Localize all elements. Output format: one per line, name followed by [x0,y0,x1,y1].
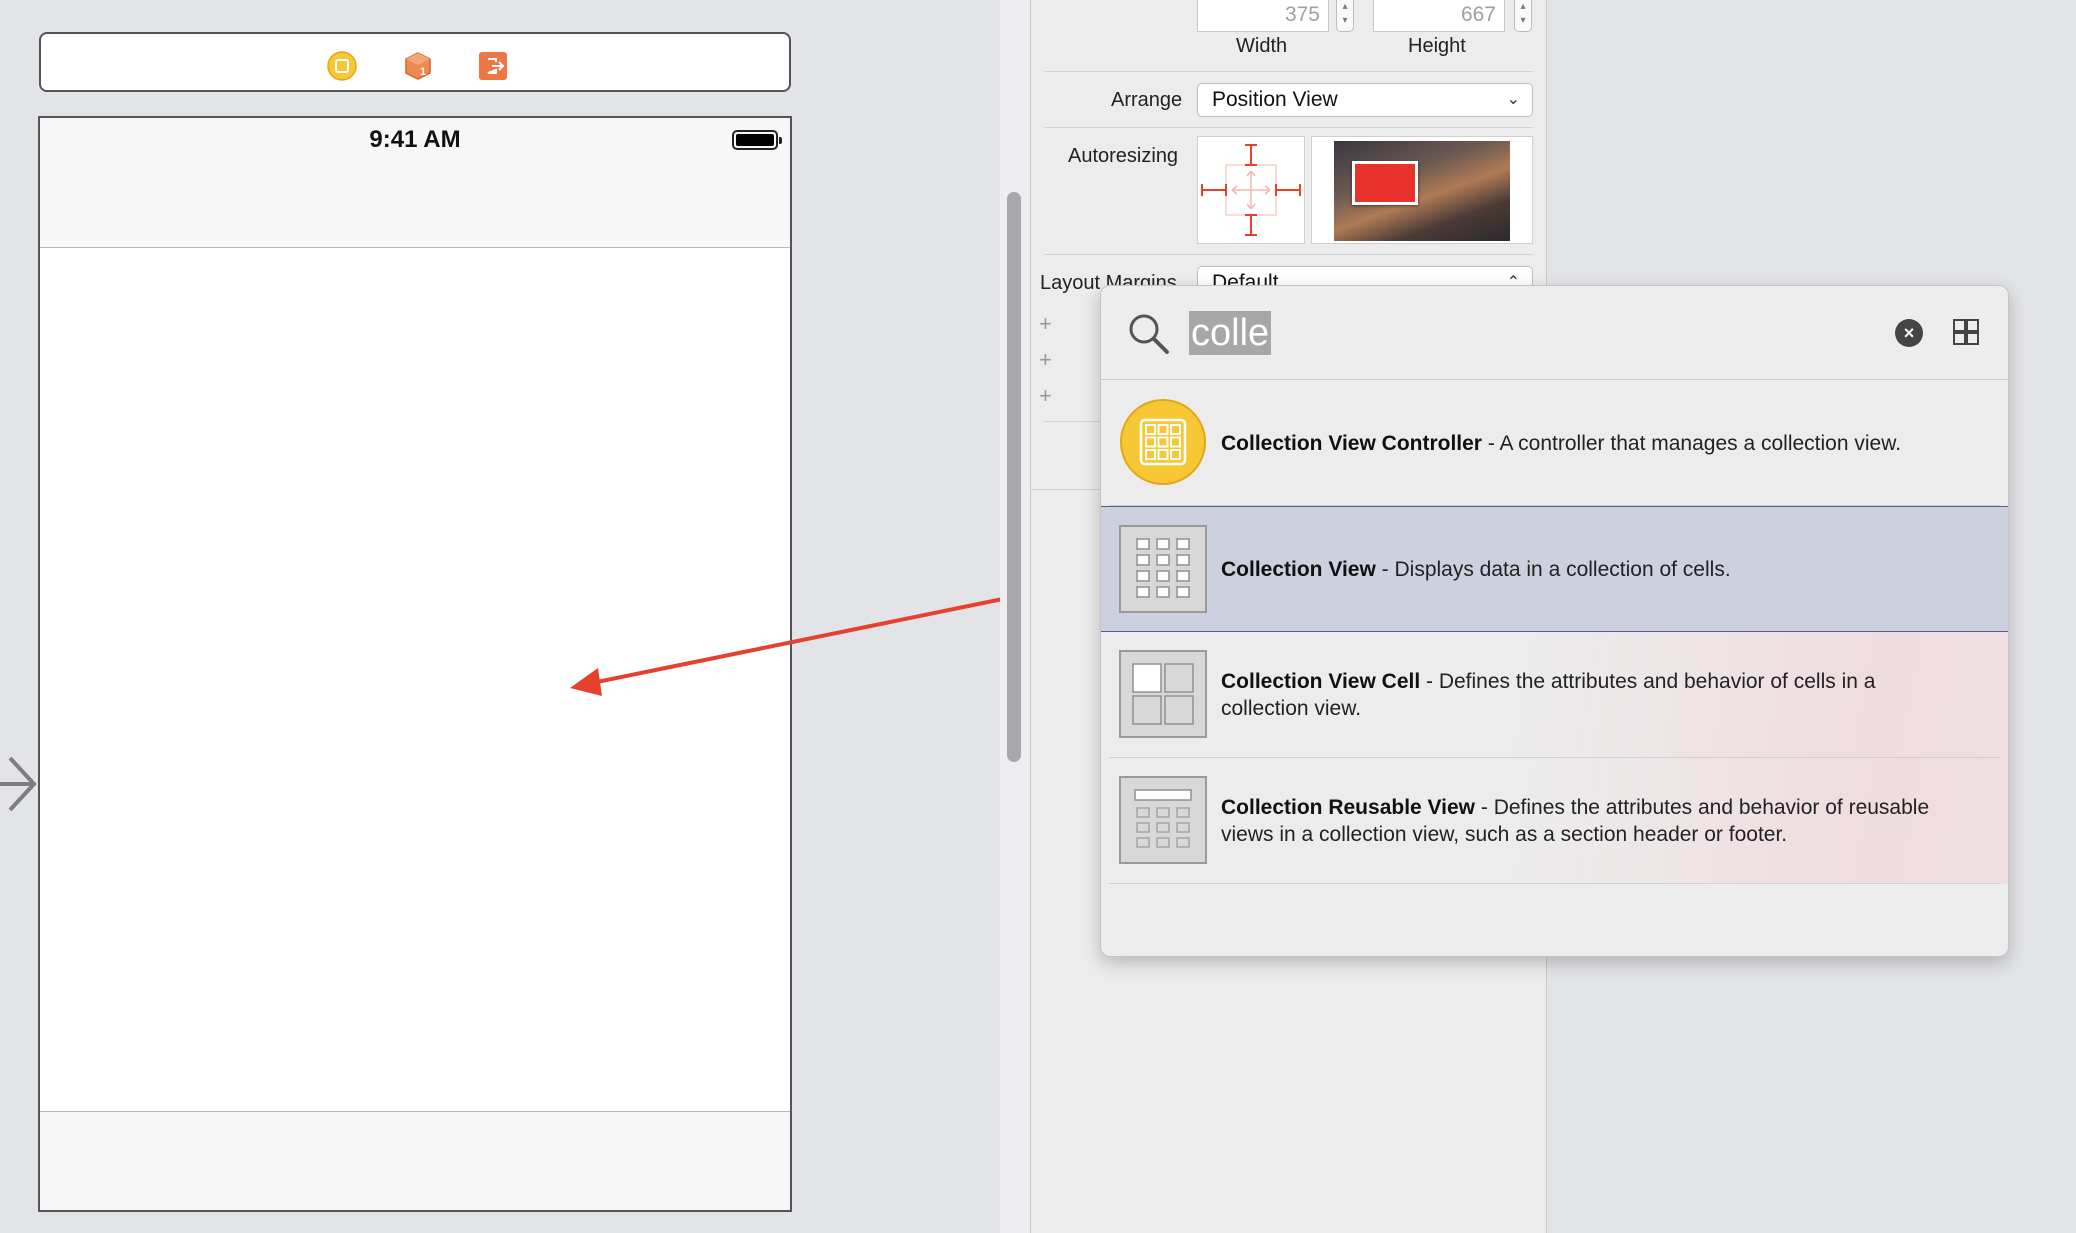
width-label: Width [1236,35,1288,57]
divider [1044,421,1104,422]
chevron-down-icon: ⌄ [1506,91,1520,108]
autoresizing-label: Autoresizing [1068,145,1179,167]
add-variation-icon[interactable]: + [1039,383,1052,409]
search-input[interactable]: colle [1189,311,1272,355]
library-item-collection-view-cell[interactable]: Collection View Cell - Defines the attri… [1101,632,2008,758]
grid-view-toggle-icon[interactable] [1953,319,1979,345]
view-controller-icon[interactable] [327,51,357,81]
battery-icon [732,130,782,150]
object-library-popover: colle × Collection View Controller - A c… [1100,285,2009,957]
library-item-collection-view[interactable]: Collection View - Displays data in a col… [1101,506,2008,632]
arrange-popup[interactable]: Position View ⌄ [1197,83,1533,117]
collection-reusable-view-icon [1119,776,1207,864]
scene-dock: 1 [39,32,791,92]
storyboard-entry-point-icon[interactable] [0,752,40,816]
preview-view-rect [1352,161,1418,205]
divider [1031,489,1103,490]
exit-icon[interactable] [478,51,508,81]
library-item-collection-view-controller[interactable]: Collection View Controller - A controlle… [1101,380,2008,506]
item-title: Collection View [1221,557,1376,581]
collection-view-icon [1119,525,1207,613]
item-title: Collection Reusable View [1221,796,1476,819]
autoresizing-mask-control[interactable] [1197,136,1305,244]
divider [1044,254,1533,255]
height-field[interactable]: 667 [1373,0,1505,32]
navigation-bar: 9:41 AM [40,118,790,248]
width-field[interactable]: 375 [1197,0,1329,32]
width-stepper[interactable]: ▴ ▾ [1336,0,1354,32]
search-icon [1129,314,1169,354]
item-description: - Displays data in a collection of cells… [1375,557,1731,581]
divider [1044,71,1533,72]
height-stepper[interactable]: ▴ ▾ [1514,0,1532,32]
status-bar-time: 9:41 AM [369,126,461,153]
vertical-scrollbar[interactable] [1007,192,1021,762]
item-title: Collection View Cell [1221,670,1421,693]
library-search-bar[interactable]: colle × [1101,286,2008,380]
autoresizing-springs-icon [1201,144,1301,236]
collection-view-cell-icon [1119,650,1207,738]
autoresizing-preview [1311,136,1533,244]
bottom-bar [40,1111,790,1210]
height-label: Height [1408,35,1466,57]
arrange-value: Position View [1212,88,1338,111]
svg-text:1: 1 [420,66,426,78]
first-responder-icon[interactable]: 1 [403,51,433,81]
storyboard-canvas[interactable]: 1 9:41 AM [0,0,1082,1233]
add-variation-icon[interactable]: + [1039,347,1052,373]
item-description: - A controller that manages a collection… [1481,431,1902,455]
item-title: Collection View Controller [1221,431,1482,455]
add-variation-icon[interactable]: + [1039,311,1052,337]
clear-search-icon[interactable]: × [1895,319,1923,347]
library-item-collection-reusable-view[interactable]: Collection Reusable View - Defines the a… [1101,758,2008,884]
divider [1044,127,1533,128]
preview-image [1334,141,1510,241]
collection-view-controller-icon [1119,398,1207,486]
arrange-label: Arrange [1111,89,1183,111]
